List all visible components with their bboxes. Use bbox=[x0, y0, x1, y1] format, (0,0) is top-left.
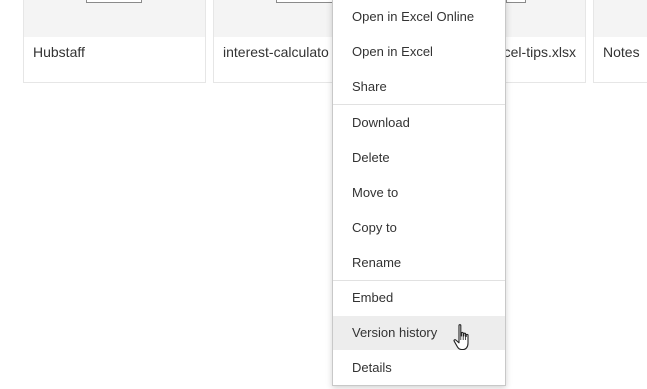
menu-item-rename[interactable]: Rename bbox=[333, 246, 505, 280]
file-thumbnail bbox=[594, 0, 647, 37]
file-tile-notes[interactable]: Notes bbox=[593, 0, 647, 83]
menu-item-move-to[interactable]: Move to bbox=[333, 176, 505, 210]
file-tile-hubstaff[interactable]: Hubstaff bbox=[23, 0, 206, 83]
menu-item-copy-to[interactable]: Copy to bbox=[333, 211, 505, 245]
file-thumbnail bbox=[24, 0, 205, 37]
document-preview bbox=[506, 0, 526, 3]
file-name: cel-tips.xlsx bbox=[503, 44, 576, 60]
document-preview bbox=[86, 0, 142, 3]
file-name: Notes bbox=[603, 44, 640, 60]
menu-item-open-in-excel-online[interactable]: Open in Excel Online bbox=[333, 0, 505, 34]
menu-item-embed[interactable]: Embed bbox=[333, 281, 505, 315]
file-name: Hubstaff bbox=[33, 44, 85, 60]
menu-item-delete[interactable]: Delete bbox=[333, 141, 505, 175]
onedrive-files-view: Hubstaff interest-calculato cel-tips.xls… bbox=[0, 0, 647, 389]
hand-pointer-icon bbox=[453, 324, 469, 351]
file-context-menu: Open in Excel Online Open in Excel Share… bbox=[332, 0, 506, 386]
menu-item-details[interactable]: Details bbox=[333, 351, 505, 385]
menu-item-version-history[interactable]: Version history bbox=[333, 316, 505, 350]
menu-item-download[interactable]: Download bbox=[333, 106, 505, 140]
menu-item-share[interactable]: Share bbox=[333, 70, 505, 104]
document-preview bbox=[276, 0, 336, 3]
menu-separator bbox=[333, 104, 505, 105]
menu-item-open-in-excel[interactable]: Open in Excel bbox=[333, 35, 505, 69]
